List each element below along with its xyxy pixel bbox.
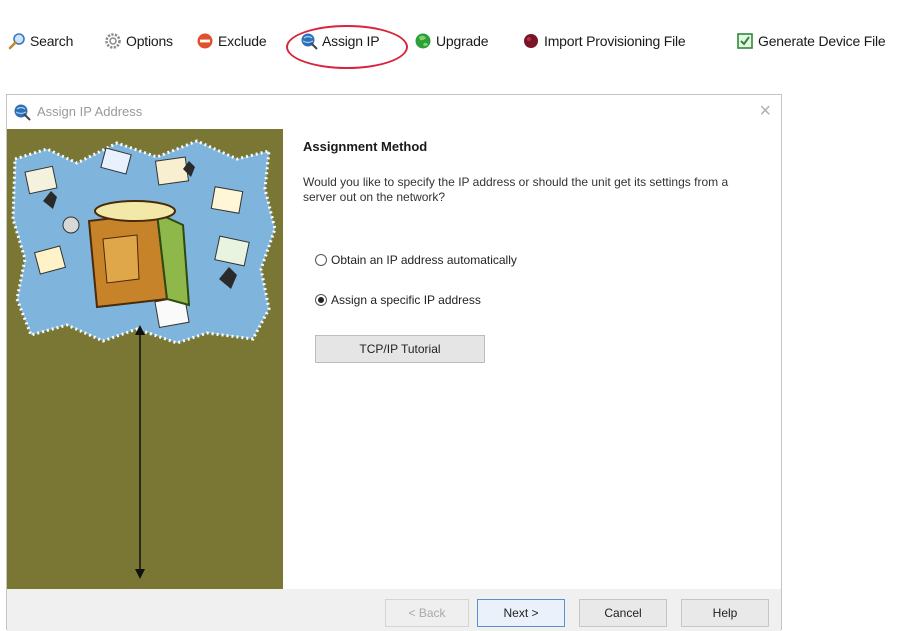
cancel-button[interactable]: Cancel — [579, 599, 667, 627]
exclude-label: Exclude — [218, 33, 267, 49]
wizard-illustration — [7, 129, 283, 589]
assign-specific-ip-option[interactable]: Assign a specific IP address — [315, 293, 481, 307]
help-button[interactable]: Help — [681, 599, 769, 627]
search-label: Search — [30, 33, 74, 49]
exclude-icon — [196, 32, 214, 50]
obtain-ip-label: Obtain an IP address automatically — [331, 253, 517, 267]
import-provisioning-file-label: Import Provisioning File — [544, 33, 686, 49]
dialog-titlebar: Assign IP Address × — [7, 95, 781, 129]
next-button[interactable]: Next > — [477, 599, 565, 627]
tcpip-tutorial-button[interactable]: TCP/IP Tutorial — [315, 335, 485, 363]
network-illustration-image — [11, 139, 277, 579]
green-file-icon — [736, 32, 754, 50]
generate-device-file-button[interactable]: Generate Device File — [736, 30, 886, 52]
upgrade-button[interactable]: Upgrade — [414, 30, 489, 52]
green-globe-icon — [414, 32, 432, 50]
obtain-ip-radio[interactable] — [315, 254, 327, 266]
close-icon[interactable]: × — [759, 100, 771, 122]
obtain-ip-automatically-option[interactable]: Obtain an IP address automatically — [315, 253, 517, 267]
generate-device-file-label: Generate Device File — [758, 33, 886, 49]
exclude-button[interactable]: Exclude — [196, 30, 267, 52]
dialog-title: Assign IP Address — [37, 104, 143, 119]
import-provisioning-file-button[interactable]: Import Provisioning File — [522, 30, 686, 52]
assignment-question: Would you like to specify the IP address… — [303, 175, 729, 204]
assign-ip-dialog: Assign IP Address × Assignment Method Wo… — [6, 94, 782, 631]
dark-red-ball-icon — [522, 32, 540, 50]
gear-icon — [104, 32, 122, 50]
upgrade-label: Upgrade — [436, 33, 489, 49]
options-label: Options — [126, 33, 173, 49]
search-button[interactable]: Search — [8, 30, 73, 52]
section-heading: Assignment Method — [303, 139, 428, 154]
assign-specific-ip-label: Assign a specific IP address — [331, 293, 481, 307]
toolbar: Search Options Exclude Assign IP Upgrade… — [0, 20, 908, 69]
assign-specific-ip-radio[interactable] — [315, 294, 327, 306]
magnifier-icon — [8, 32, 26, 50]
options-button[interactable]: Options — [104, 30, 173, 52]
back-button[interactable]: < Back — [385, 599, 469, 627]
dialog-footer: < Back Next > Cancel Help — [7, 589, 781, 631]
assign-ip-highlight-ring — [286, 25, 408, 69]
globe-wand-icon — [13, 103, 31, 121]
